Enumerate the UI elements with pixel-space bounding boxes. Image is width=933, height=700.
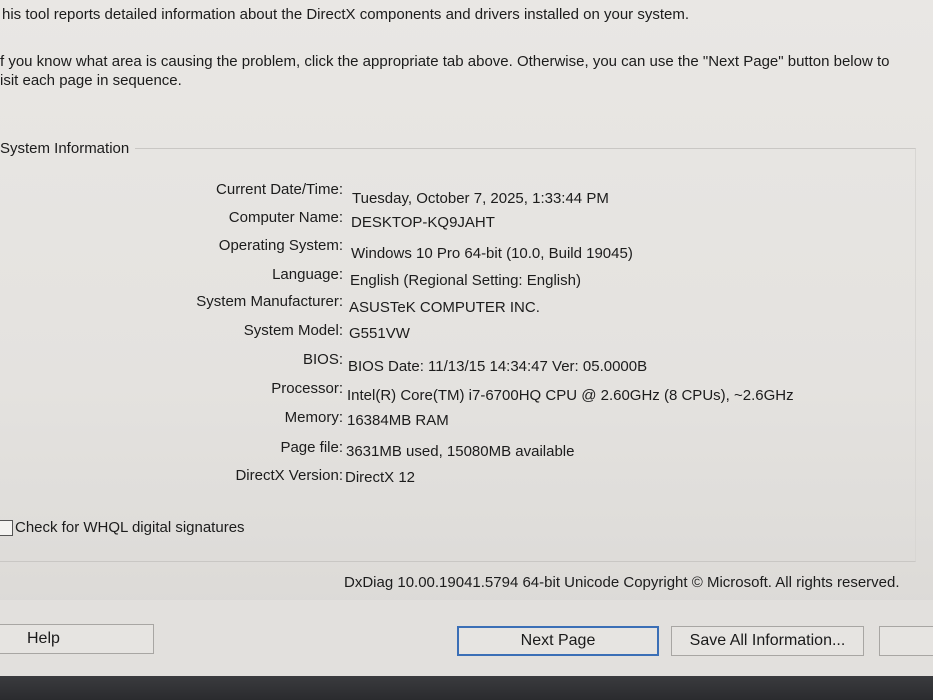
label-system-model: System Model: <box>243 322 343 339</box>
label-page-file: Page file: <box>280 439 343 456</box>
label-operating-system: Operating System: <box>218 237 343 254</box>
intro-text-line-2: f you know what area is causing the prob… <box>0 53 890 70</box>
label-computer-name: Computer Name: <box>228 209 343 226</box>
value-computer-name: DESKTOP-KQ9JAHT <box>351 214 495 231</box>
value-column: Tuesday, October 7, 2025, 1:33:44 PM DES… <box>345 180 868 500</box>
value-directx-version: DirectX 12 <box>345 469 416 486</box>
value-system-model: G551VW <box>349 325 410 342</box>
taskbar <box>0 676 933 700</box>
intro-text-line-1: his tool reports detailed information ab… <box>2 6 690 23</box>
label-processor: Processor: <box>271 380 343 397</box>
version-copyright-text: DxDiag 10.00.19041.5794 64-bit Unicode C… <box>344 574 900 591</box>
label-current-date-time: Current Date/Time: <box>216 181 343 198</box>
value-current-date-time: Tuesday, October 7, 2025, 1:33:44 PM <box>352 190 609 207</box>
value-page-file: 3631MB used, 15080MB available <box>346 443 575 460</box>
label-memory: Memory: <box>284 409 343 426</box>
label-column: Current Date/Time: Computer Name: Operat… <box>150 180 343 500</box>
exit-button[interactable] <box>879 626 933 656</box>
value-bios: BIOS Date: 11/13/15 14:34:47 Ver: 05.000… <box>348 358 648 375</box>
intro-text-line-3: isit each page in sequence. <box>0 72 182 89</box>
value-operating-system: Windows 10 Pro 64-bit (10.0, Build 19045… <box>351 245 633 262</box>
value-language: English (Regional Setting: English) <box>350 272 581 289</box>
label-directx-version: DirectX Version: <box>235 467 343 484</box>
dxdiag-window: his tool reports detailed information ab… <box>0 0 933 700</box>
label-system-manufacturer: System Manufacturer: <box>196 293 343 310</box>
whql-checkbox[interactable] <box>0 520 13 536</box>
value-memory: 16384MB RAM <box>347 412 449 429</box>
whql-checkbox-label: Check for WHQL digital signatures <box>15 519 245 536</box>
help-button[interactable]: Help <box>0 624 154 654</box>
system-information-title: System Information <box>0 139 136 159</box>
value-processor: Intel(R) Core(TM) i7-6700HQ CPU @ 2.60GH… <box>347 387 794 404</box>
label-bios: BIOS: <box>302 351 343 368</box>
save-all-information-button[interactable]: Save All Information... <box>671 626 864 656</box>
label-language: Language: <box>272 266 343 283</box>
whql-checkbox-row[interactable]: Check for WHQL digital signatures <box>0 518 245 538</box>
next-page-button[interactable]: Next Page <box>457 626 659 656</box>
value-system-manufacturer: ASUSTeK COMPUTER INC. <box>349 299 540 316</box>
